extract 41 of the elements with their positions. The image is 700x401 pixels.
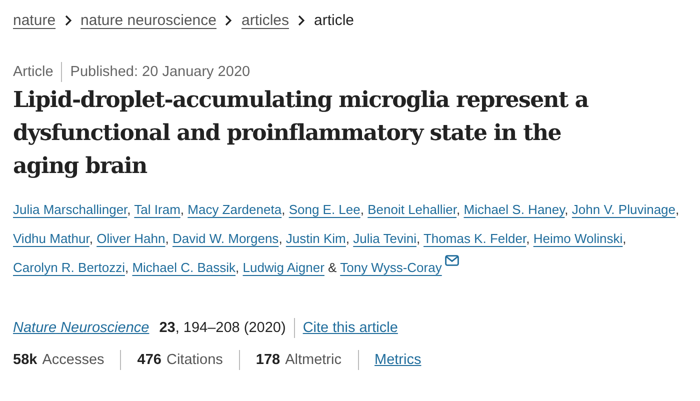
author-link[interactable]: David W. Morgens (172, 231, 279, 246)
chevron-icon (225, 14, 232, 26)
author-list: Julia Marschallinger, Tal Iram, Macy Zardeneta, Song E. Lee, Benoit Lehallier, Michael S. Haney, John V. Pluvinage, Vidhu Mathur, Oliver Hahn, David W. Morgens, Justin Kim, Julia Tevini, Thomas K. Felder, Heimo Wolinski, Carolyn R. Bertozzi, Michael C. Bassik, Ludwig Aigner & Tony Wyss-Coray (13, 195, 693, 282)
current-page-label[interactable]: article (314, 12, 354, 28)
page-range: , 194–208 (2020) (175, 320, 286, 336)
metric-label: Altmetric (285, 352, 342, 368)
chevron-icon (64, 14, 72, 26)
author-link[interactable]: Macy Zardeneta (188, 202, 282, 217)
publish-date: Published: 20 January 2020 (70, 64, 250, 80)
author-link[interactable]: Song E. Lee (288, 202, 360, 217)
metric-label: Citations (166, 352, 223, 368)
author-link[interactable]: Tony Wyss-Coray (340, 260, 442, 275)
author-link[interactable]: Oliver Hahn (96, 231, 166, 246)
author-link[interactable]: Tal Iram (134, 202, 180, 217)
author-link[interactable]: Carolyn R. Bertozzi (13, 260, 125, 275)
journal-link[interactable]: Nature Neuroscience (13, 320, 150, 336)
metric-value: 58k (13, 352, 38, 368)
volume-number: 23 (159, 320, 176, 336)
metric-value: 476 (137, 352, 162, 368)
article-title: Lipid-droplet-accumulating microglia represent a dysfunctional and proinflammatory state in the aging brain (13, 86, 590, 181)
metrics-link[interactable]: Metrics (374, 352, 422, 368)
breadcrumb-link[interactable]: articles (241, 12, 289, 28)
author-link[interactable]: Vidhu Mathur (13, 231, 90, 246)
article-type: Article (13, 64, 54, 80)
author-link[interactable]: Michael S. Haney (464, 202, 565, 217)
author-link[interactable]: Julia Tevini (353, 231, 416, 246)
breadcrumb-link[interactable]: nature neuroscience (80, 12, 216, 28)
author-link[interactable]: Thomas K. Felder (423, 231, 526, 246)
mail-icon[interactable] (444, 255, 459, 266)
cite-link[interactable]: Cite this article (302, 320, 398, 336)
metric-value: 178 (256, 352, 280, 368)
author-link[interactable]: Ludwig Aigner (242, 260, 324, 275)
author-link[interactable]: Julia Marschallinger (13, 202, 128, 217)
chevron-icon (298, 14, 305, 26)
author-link[interactable]: Benoit Lehallier (368, 202, 457, 217)
author-link[interactable]: Michael C. Bassik (132, 260, 236, 275)
breadcrumb-link[interactable]: nature (13, 12, 56, 28)
metric-label: Accesses (42, 352, 104, 368)
author-link[interactable]: John V. Pluvinage (572, 202, 676, 217)
author-link[interactable]: Justin Kim (286, 231, 346, 246)
author-link[interactable]: Heimo Wolinski (533, 231, 623, 246)
